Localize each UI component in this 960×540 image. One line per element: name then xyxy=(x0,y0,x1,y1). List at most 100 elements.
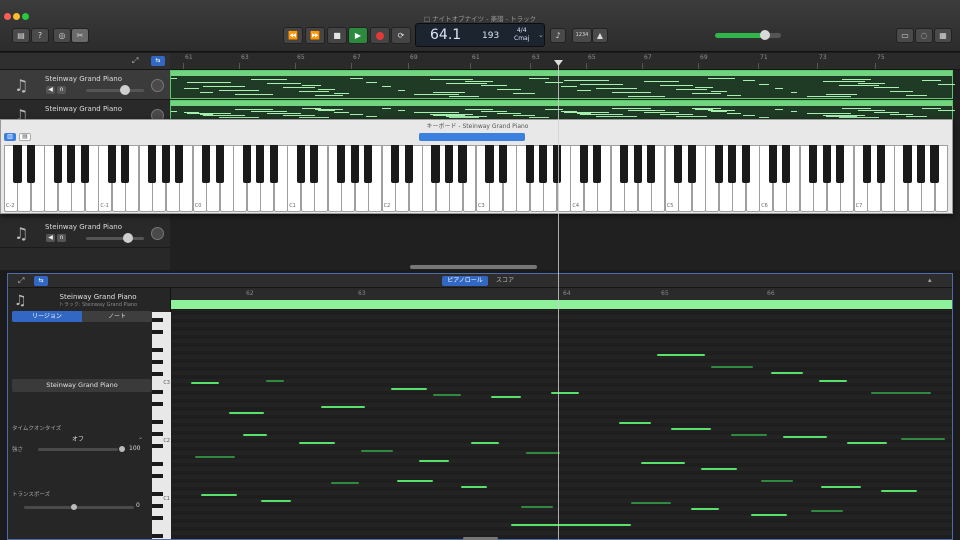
black-key[interactable] xyxy=(296,145,305,183)
midi-note[interactable] xyxy=(771,372,803,374)
track-header-1[interactable]: ♫ Steinway Grand Piano ◀ ∩ xyxy=(0,70,170,100)
track-header-3[interactable]: ♫ Steinway Grand Piano ◀ ∩ xyxy=(0,218,170,248)
count-in-button[interactable]: 1234 xyxy=(572,28,592,43)
black-key[interactable] xyxy=(930,145,939,183)
black-key[interactable] xyxy=(782,145,791,183)
keyboard-view-button[interactable]: ▥ xyxy=(4,133,16,141)
black-key[interactable] xyxy=(175,145,184,183)
segment-note[interactable]: ノート xyxy=(82,311,152,322)
black-key[interactable] xyxy=(67,145,76,183)
black-key[interactable] xyxy=(404,145,413,183)
editor-region-bar[interactable] xyxy=(171,300,952,309)
black-key[interactable] xyxy=(714,145,723,183)
black-key[interactable] xyxy=(256,145,265,183)
black-key[interactable] xyxy=(215,145,224,183)
midi-note[interactable] xyxy=(711,366,753,368)
media-browser-button[interactable]: ▦ xyxy=(934,28,952,43)
midi-note[interactable] xyxy=(691,508,719,510)
black-key[interactable] xyxy=(674,145,683,183)
black-key[interactable] xyxy=(903,145,912,183)
black-key[interactable] xyxy=(498,145,507,183)
black-key[interactable] xyxy=(485,145,494,183)
black-key[interactable] xyxy=(148,145,157,183)
piano-roll-black-key[interactable] xyxy=(152,444,163,448)
master-volume-knob[interactable] xyxy=(760,30,770,40)
midi-note[interactable] xyxy=(419,460,449,462)
piano-roll-black-key[interactable] xyxy=(152,330,163,334)
midi-note[interactable] xyxy=(751,514,787,516)
notepad-button[interactable]: ▭ xyxy=(896,28,914,43)
midi-note[interactable] xyxy=(619,422,651,424)
midi-note[interactable] xyxy=(191,382,219,384)
playhead[interactable] xyxy=(558,60,559,540)
note-grid[interactable] xyxy=(171,310,952,539)
piano-roll-black-key[interactable] xyxy=(152,348,163,352)
piano-roll-black-key[interactable] xyxy=(152,474,163,478)
track-volume-slider[interactable] xyxy=(86,89,144,92)
master-volume-slider[interactable] xyxy=(715,33,781,38)
tab-piano-roll[interactable]: ピアノロール xyxy=(442,276,488,286)
black-key[interactable] xyxy=(337,145,346,183)
record-button[interactable] xyxy=(370,27,390,44)
piano-keyboard[interactable]: C-2 C-1 C0 C1 C2 C3 C4 C5 C6 C7 xyxy=(4,145,949,212)
catch-icon[interactable]: ⤢ xyxy=(18,276,24,286)
midi-note[interactable] xyxy=(819,380,847,382)
midi-note[interactable] xyxy=(201,494,237,496)
catch-icon[interactable]: ⤢ xyxy=(132,56,138,66)
black-key[interactable] xyxy=(242,145,251,183)
black-key[interactable] xyxy=(593,145,602,183)
black-key[interactable] xyxy=(768,145,777,183)
black-key[interactable] xyxy=(26,145,35,183)
stop-button[interactable]: ■ xyxy=(327,27,347,44)
midi-note[interactable] xyxy=(811,510,843,512)
black-key[interactable] xyxy=(822,145,831,183)
black-key[interactable] xyxy=(444,145,454,183)
metronome-button[interactable]: ▲ xyxy=(592,28,608,43)
segment-region[interactable]: リージョン xyxy=(12,311,82,322)
chevron-down-icon[interactable]: ⌄ xyxy=(538,31,544,39)
piano-roll-black-key[interactable] xyxy=(152,390,163,394)
black-key[interactable] xyxy=(809,145,818,183)
midi-note[interactable] xyxy=(321,406,365,408)
black-key[interactable] xyxy=(579,145,588,183)
midi-note[interactable] xyxy=(901,438,945,440)
black-key[interactable] xyxy=(647,145,656,183)
region-name-field[interactable]: Steinway Grand Piano xyxy=(12,379,152,392)
lcd-display[interactable]: 64.1 193 4/4 Cmaj ⌄ xyxy=(415,23,545,47)
midi-note[interactable] xyxy=(847,442,887,444)
midi-note[interactable] xyxy=(261,500,291,502)
midi-note[interactable] xyxy=(331,482,359,484)
chevron-down-icon[interactable]: ⌄ xyxy=(138,434,143,441)
midi-note[interactable] xyxy=(881,490,917,492)
midi-note[interactable] xyxy=(361,450,393,452)
black-key[interactable] xyxy=(391,145,400,183)
midi-note[interactable] xyxy=(641,462,685,464)
transpose-slider[interactable] xyxy=(24,506,134,509)
mute-button[interactable]: ◀ xyxy=(46,234,55,242)
typing-view-button[interactable]: ▤ xyxy=(19,133,31,141)
black-key[interactable] xyxy=(525,145,534,183)
black-key[interactable] xyxy=(364,145,373,183)
black-key[interactable] xyxy=(269,145,278,183)
quick-help-button[interactable]: ? xyxy=(31,28,49,43)
smart-tempo-icon[interactable]: ⇆ xyxy=(151,56,165,66)
black-key[interactable] xyxy=(620,145,629,183)
black-key[interactable] xyxy=(202,145,211,183)
piano-roll-black-key[interactable] xyxy=(152,420,163,424)
black-key[interactable] xyxy=(863,145,872,183)
black-key[interactable] xyxy=(836,145,845,183)
midi-note[interactable] xyxy=(299,442,335,444)
piano-roll-black-key[interactable] xyxy=(152,462,163,466)
piano-roll-black-key[interactable] xyxy=(152,432,163,436)
midi-note[interactable] xyxy=(871,392,931,394)
piano-roll-black-key[interactable] xyxy=(152,516,163,520)
midi-note[interactable] xyxy=(195,456,235,458)
piano-roll-black-key[interactable] xyxy=(152,534,163,538)
black-key[interactable] xyxy=(552,145,561,183)
black-key[interactable] xyxy=(741,145,750,183)
midi-note[interactable] xyxy=(511,524,631,526)
black-key[interactable] xyxy=(458,145,467,183)
piano-roll-black-key[interactable] xyxy=(152,318,163,322)
black-key[interactable] xyxy=(350,145,359,183)
midi-region[interactable] xyxy=(170,100,955,120)
